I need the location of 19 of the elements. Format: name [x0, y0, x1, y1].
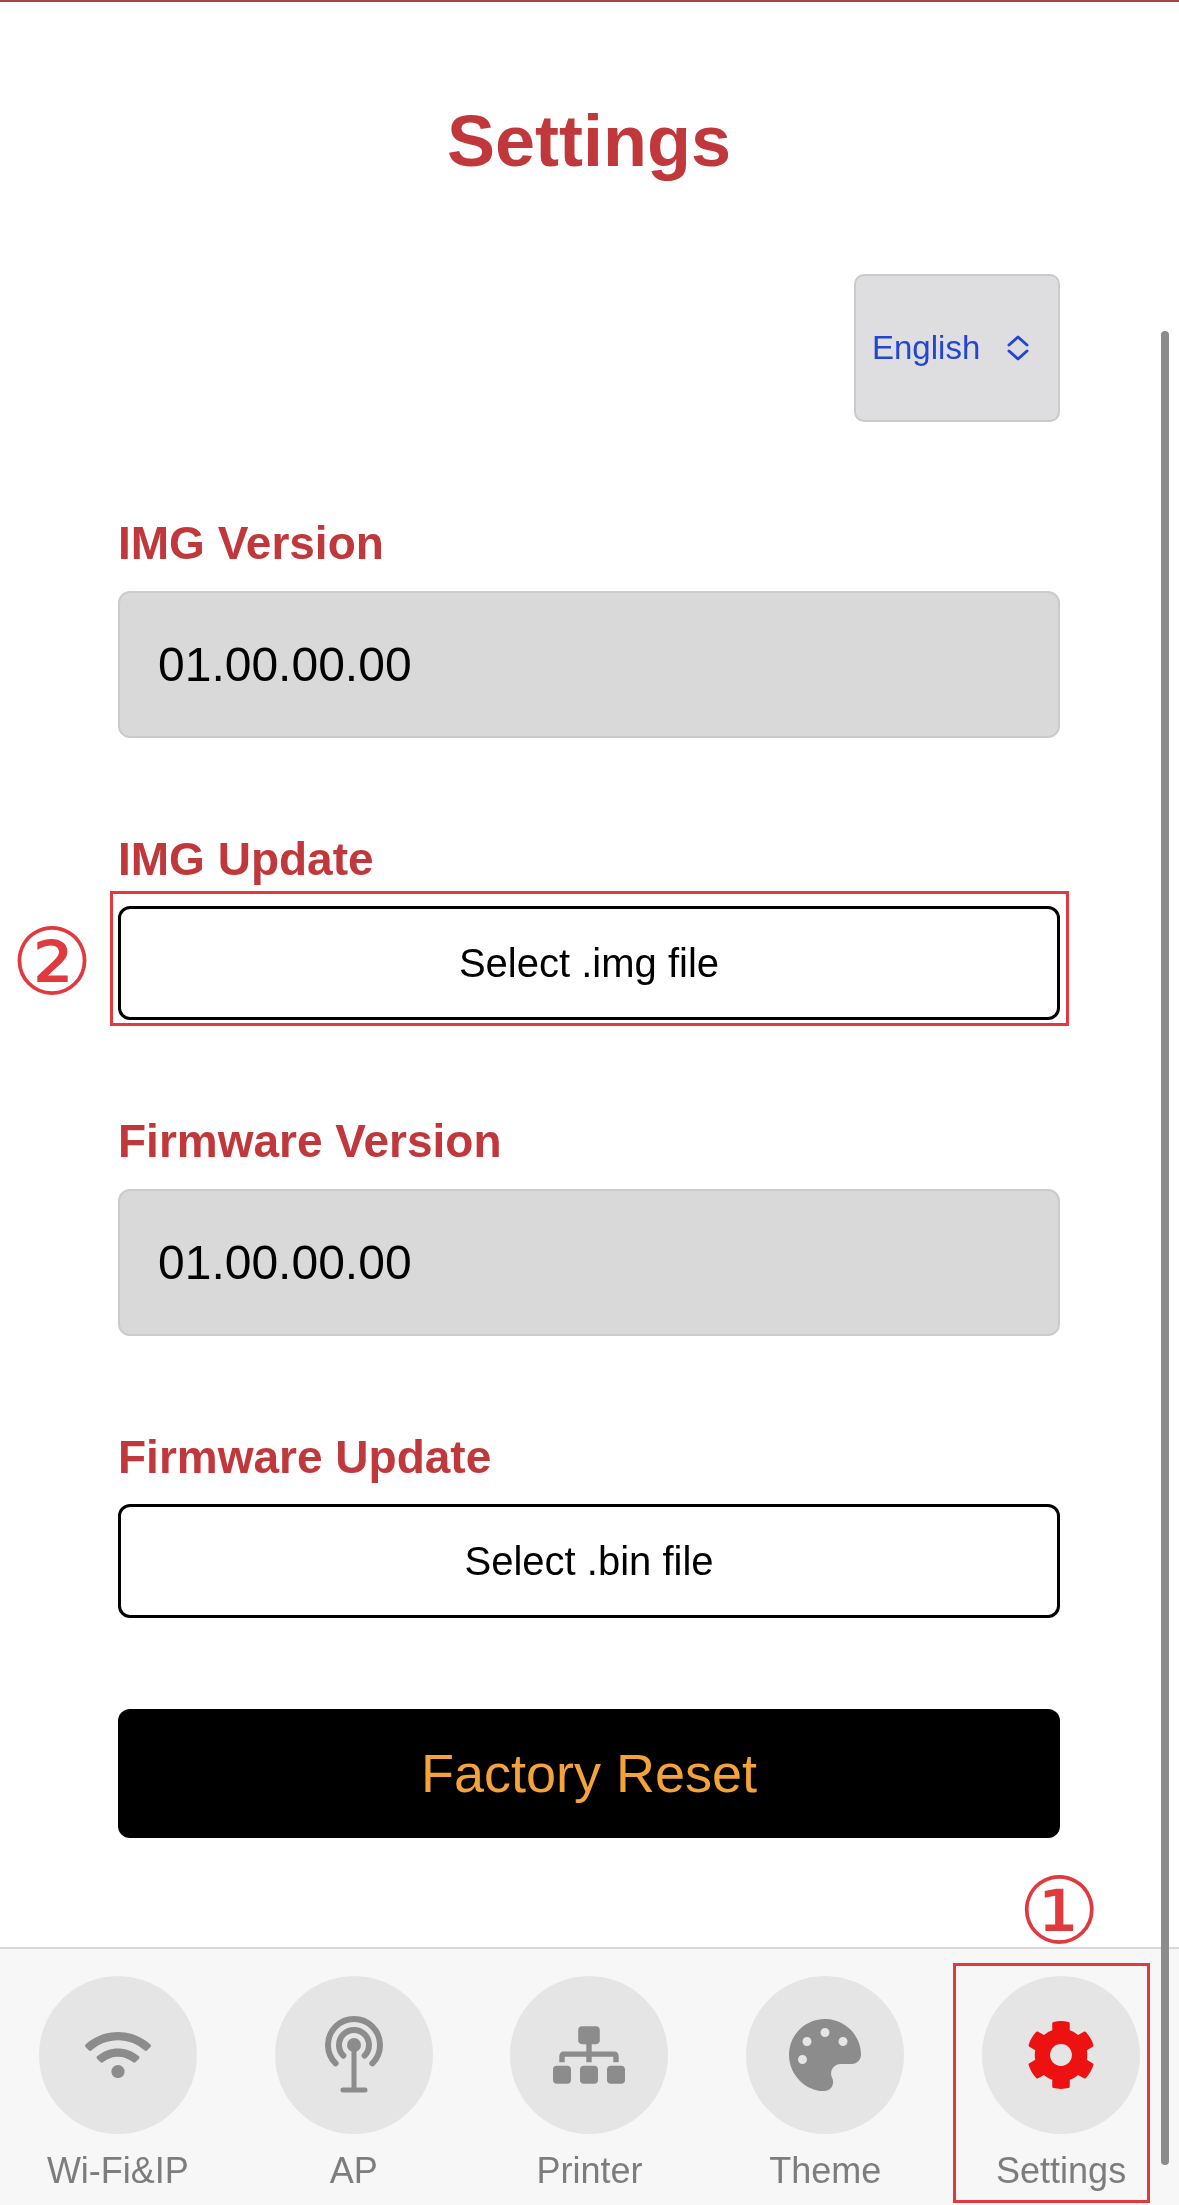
tab-button[interactable]: Theme [746, 1976, 905, 2192]
tab-button[interactable]: Settings [982, 1976, 1141, 2192]
factory-reset-button[interactable]: Factory Reset [118, 1709, 1060, 1838]
section-label: IMG Version [118, 516, 385, 570]
version-field: 01.00.00.00 [118, 1189, 1060, 1336]
annotation-number: ① [1016, 1867, 1102, 1957]
tab-button[interactable]: AP [274, 1976, 433, 2192]
section-label: Firmware Update [118, 1430, 493, 1484]
select-file-button[interactable]: Select .img file [118, 906, 1060, 1020]
select-file-button[interactable]: Select .bin file [118, 1504, 1060, 1618]
annotation-number: ② [9, 918, 95, 1008]
page-title: Settings [447, 101, 731, 181]
tab-button[interactable]: Wi-Fi&IP [38, 1976, 197, 2192]
version-field: 01.00.00.00 [118, 591, 1060, 738]
tab-button[interactable]: Printer [510, 1976, 669, 2192]
section-label: IMG Update [118, 832, 375, 886]
section-label: Firmware Version [118, 1114, 503, 1168]
language-select[interactable]: English [854, 274, 1060, 422]
chevron-up-down-icon [1006, 334, 1031, 362]
